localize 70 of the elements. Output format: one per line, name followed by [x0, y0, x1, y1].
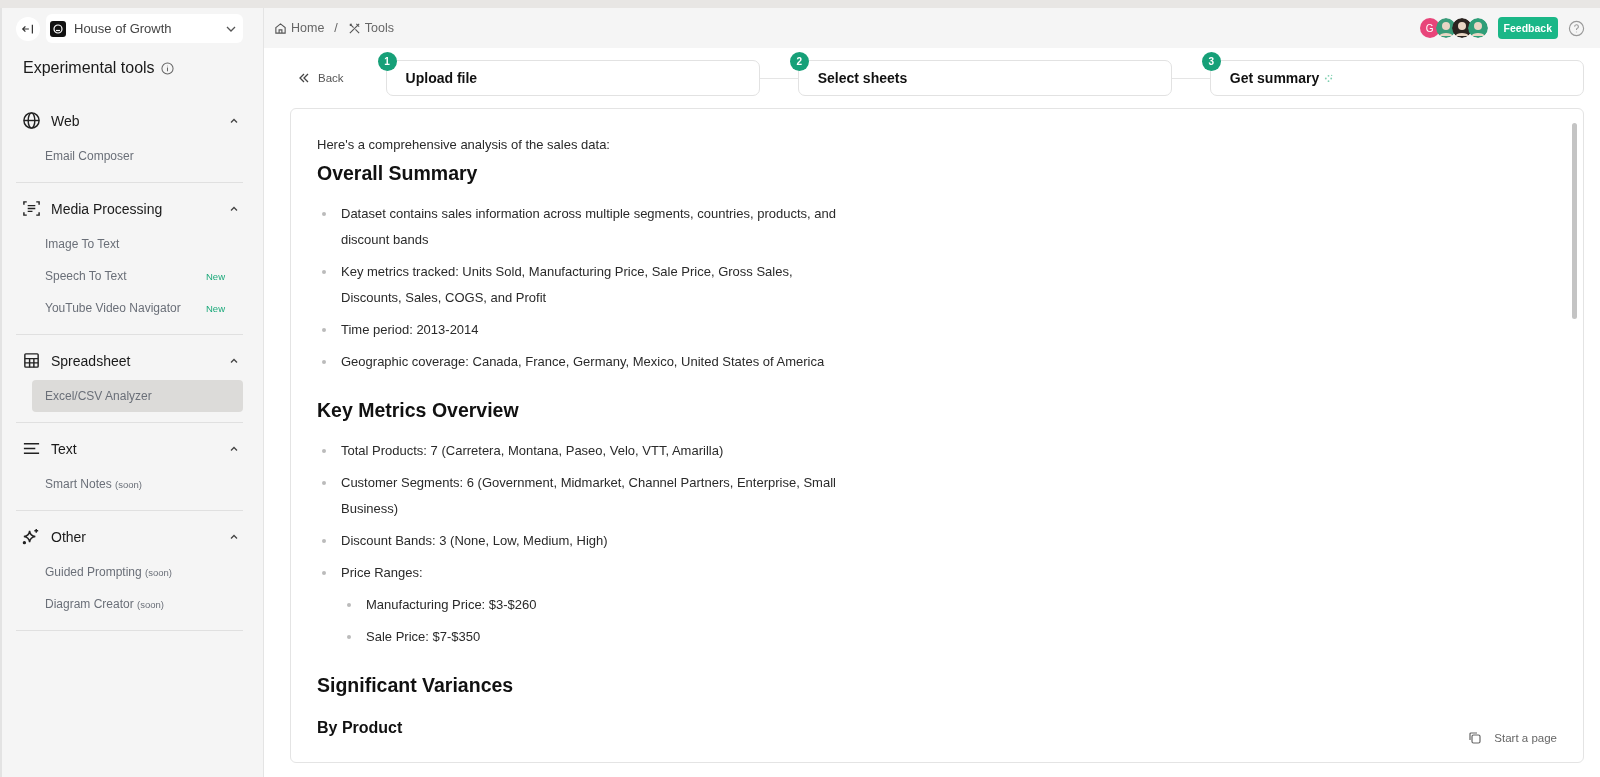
bullet-dot	[347, 635, 351, 639]
breadcrumb-separator: /	[334, 21, 338, 35]
list-item-text: Sale Price: $7-$350	[366, 628, 481, 646]
sidebar-item[interactable]: Speech To Text New	[32, 260, 243, 292]
step-label: Upload file	[405, 70, 478, 86]
section-header[interactable]: Spreadsheet	[22, 347, 243, 374]
help-icon[interactable]	[1568, 19, 1585, 37]
bullet-dot	[347, 603, 351, 607]
list-item-text: Manufacturing Price: $3-$260	[366, 596, 537, 614]
workspace-selector[interactable]: House of Growth	[46, 14, 243, 43]
collapse-sidebar-button[interactable]	[16, 16, 40, 41]
bullet-dot	[322, 449, 326, 453]
user-avatar	[1451, 18, 1472, 38]
home-icon	[274, 21, 287, 35]
step-number: 1	[377, 52, 397, 71]
list-item-text: Dataset contains sales information across multiple segments, countries, products, and discount bands	[341, 205, 837, 249]
list-item-text: Time period: 2013-2014	[341, 321, 479, 339]
step-number: 3	[1201, 52, 1221, 71]
user-avatar	[1435, 18, 1456, 38]
sidebar-item[interactable]: YouTube Video Navigator New	[32, 292, 243, 324]
list-item-text: Customer Segments: 6 (Government, Midmarket, Channel Partners, Enterprise, Small Business)	[341, 474, 837, 518]
bullet-dot	[322, 328, 326, 332]
list-item-text: Discount Bands: 3 (None, Low, Medium, High)	[341, 532, 608, 550]
tools-icon	[347, 21, 361, 35]
bullet-dot	[322, 360, 326, 364]
sidebar-item[interactable]: Diagram Creator (soon)	[32, 588, 243, 620]
scan-text-icon	[22, 199, 41, 218]
section-heading: Overall Summary	[317, 162, 479, 185]
table-icon	[22, 351, 41, 370]
breadcrumb-link[interactable]: Tools	[364, 21, 394, 35]
list-item-text: Price Ranges:	[341, 564, 423, 582]
sidebar-title: Experimental tools	[23, 59, 155, 77]
breadcrumb-link[interactable]: Home	[291, 21, 325, 35]
bullet-dot	[322, 481, 326, 485]
sidebar-item[interactable]: Email Composer	[32, 140, 243, 172]
back-button[interactable]: Back	[290, 68, 352, 88]
list-item-text: Key metrics tracked: Units Sold, Manufacturing Price, Sale Price, Gross Sales, Discounts, Sales, COGS, and Profit	[341, 263, 794, 307]
section-header[interactable]: Other	[22, 523, 243, 550]
sidebar-item[interactable]: Image To Text	[32, 228, 243, 260]
copy-icon	[1468, 731, 1483, 745]
section-header[interactable]: Text	[22, 435, 243, 462]
user-avatar	[1467, 18, 1488, 38]
list-item-text: Total Products: 7 (Carretera, Montana, Paseo, Velo, VTT, Amarilla)	[341, 442, 724, 460]
double-chevron-left-icon	[298, 72, 310, 84]
bullet-dot	[322, 571, 326, 575]
sidebar-item[interactable]: Excel/CSV Analyzer	[32, 380, 243, 412]
bullet-dot	[322, 212, 326, 216]
scrollbar[interactable]	[1572, 123, 1577, 319]
sidebar-item[interactable]: Guided Prompting (soon)	[32, 556, 243, 588]
bullet-dot	[322, 539, 326, 543]
step-label: Select sheets	[817, 70, 908, 86]
bullet-dot	[322, 270, 326, 274]
workspace-logo-icon	[50, 20, 66, 37]
intro-text: Here's a comprehensive analysis of the sales data:	[317, 137, 611, 152]
sidebar-item[interactable]: Smart Notes (soon)	[32, 468, 243, 500]
new-label: New	[206, 302, 225, 314]
globe-icon	[22, 111, 41, 130]
sparkle-icon	[22, 527, 41, 546]
new-label: New	[206, 270, 225, 282]
step-label: Get summary	[1229, 70, 1320, 86]
info-icon	[160, 61, 174, 75]
section-heading: Significant Variances	[317, 674, 515, 697]
section-heading: Key Metrics Overview	[317, 399, 520, 422]
section-header[interactable]: Web	[22, 107, 243, 134]
sparkle-icon	[1324, 73, 1334, 83]
step-number: 2	[789, 52, 809, 71]
list-item-text: Geographic coverage: Canada, France, Germany, Mexico, United States of America	[341, 353, 825, 371]
section-header[interactable]: Media Processing	[22, 195, 243, 222]
user-avatar: G	[1419, 18, 1440, 38]
subsection-heading: By Product	[317, 719, 404, 737]
